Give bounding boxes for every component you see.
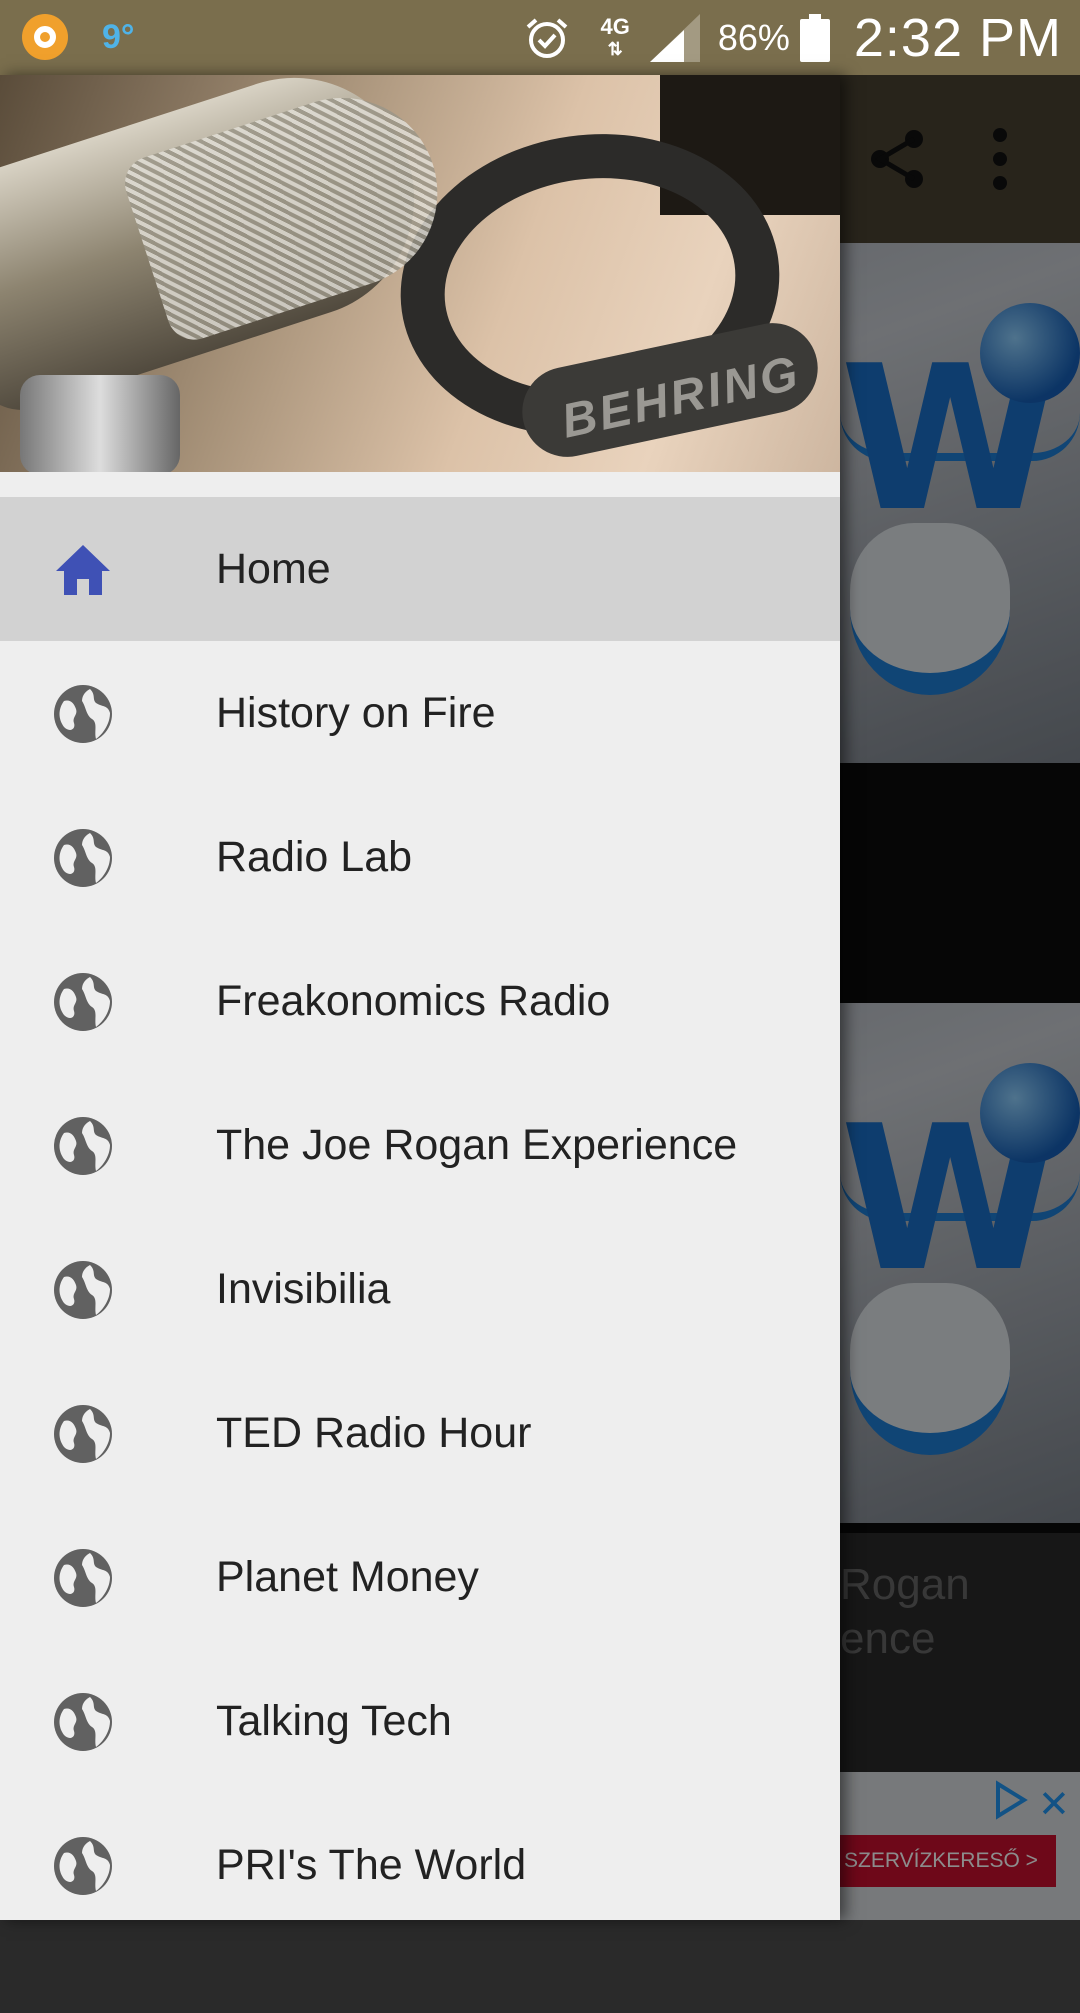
alarm-icon bbox=[527, 17, 568, 58]
menu-item-home[interactable]: Home bbox=[0, 497, 840, 641]
menu-item-label: Home bbox=[216, 544, 331, 593]
menu-item-label: TED Radio Hour bbox=[216, 1408, 532, 1457]
menu-item-label: Talking Tech bbox=[216, 1696, 452, 1745]
menu-item-invisibilia[interactable]: Invisibilia bbox=[0, 1217, 840, 1361]
menu-item-joe-rogan-experience[interactable]: The Joe Rogan Experience bbox=[0, 1073, 840, 1217]
menu-item-label: Radio Lab bbox=[216, 832, 413, 881]
menu-item-ted-radio-hour[interactable]: TED Radio Hour bbox=[0, 1361, 840, 1505]
menu-item-talking-tech[interactable]: Talking Tech bbox=[0, 1649, 840, 1793]
globe-icon bbox=[54, 829, 112, 887]
drawer-header-image: BEHRING bbox=[0, 75, 840, 472]
menu-item-freakonomics-radio[interactable]: Freakonomics Radio bbox=[0, 929, 840, 1073]
clock: 2:32 PM bbox=[853, 7, 1062, 68]
globe-icon bbox=[54, 1549, 112, 1607]
menu-item-label: PRI's The World bbox=[216, 1840, 527, 1889]
menu-item-label: Planet Money bbox=[216, 1552, 479, 1601]
globe-icon bbox=[54, 1117, 112, 1175]
globe-icon bbox=[54, 685, 112, 743]
navigation-drawer: BEHRING Home History on Fire Radio Lab F… bbox=[0, 75, 840, 1920]
menu-item-history-on-fire[interactable]: History on Fire bbox=[0, 641, 840, 785]
home-icon bbox=[56, 545, 110, 595]
globe-icon bbox=[54, 1261, 112, 1319]
status-bar: 9° 4G ⇅ 86% 2:32 PM bbox=[0, 0, 1080, 75]
globe-icon bbox=[54, 1405, 112, 1463]
globe-icon bbox=[54, 973, 112, 1031]
menu-item-label: Invisibilia bbox=[216, 1264, 391, 1313]
globe-icon bbox=[54, 1693, 112, 1751]
menu-item-label: Freakonomics Radio bbox=[216, 976, 611, 1025]
menu-item-planet-money[interactable]: Planet Money bbox=[0, 1505, 840, 1649]
network-type: 4G ⇅ bbox=[600, 13, 630, 59]
menu-item-radio-lab[interactable]: Radio Lab bbox=[0, 785, 840, 929]
drawer-menu: Home History on Fire Radio Lab Freakonom… bbox=[0, 497, 840, 1937]
weather-temperature: 9° bbox=[102, 17, 135, 56]
signal-icon bbox=[649, 13, 700, 62]
battery-icon bbox=[799, 13, 830, 62]
menu-item-label: History on Fire bbox=[216, 688, 496, 737]
globe-icon bbox=[54, 1837, 112, 1895]
battery-percentage: 86% bbox=[717, 16, 790, 58]
menu-item-pris-the-world[interactable]: PRI's The World bbox=[0, 1793, 840, 1937]
notification-app-icon bbox=[22, 14, 68, 60]
menu-item-label: The Joe Rogan Experience bbox=[216, 1120, 738, 1169]
